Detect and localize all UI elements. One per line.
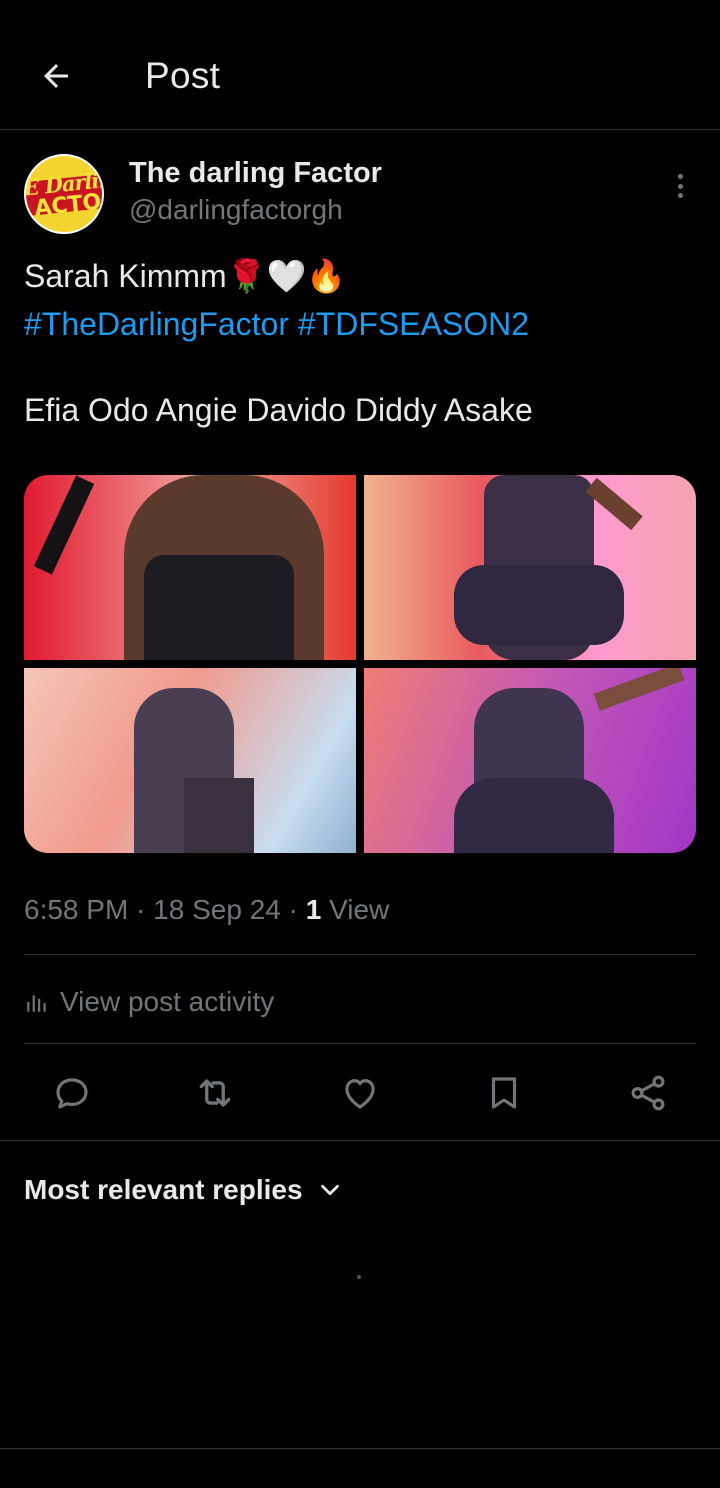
post-text-line: Efia Odo Angie Davido Diddy Asake bbox=[24, 392, 533, 428]
top-bar: Post bbox=[0, 0, 720, 130]
view-post-activity-label: View post activity bbox=[60, 986, 275, 1017]
replies-sort-label: Most relevant replies bbox=[24, 1174, 303, 1205]
back-button[interactable] bbox=[32, 52, 80, 100]
author-handle[interactable]: @darlingfactorgh bbox=[129, 194, 343, 226]
repost-icon bbox=[199, 1079, 231, 1107]
photo-figure bbox=[454, 565, 624, 645]
view-post-activity-button[interactable]: View post activity bbox=[24, 982, 274, 1022]
views-label: View bbox=[329, 894, 390, 925]
media-grid bbox=[24, 475, 696, 853]
reply-button[interactable] bbox=[44, 1065, 100, 1121]
post-photo[interactable] bbox=[24, 668, 356, 853]
photo-figure bbox=[593, 668, 685, 711]
heart-icon bbox=[345, 1079, 375, 1109]
hashtag-link[interactable]: #TDFSEASON2 bbox=[298, 306, 529, 342]
post-timestamp: 6:58 PM · 18 Sep 24 · 1 View bbox=[24, 894, 389, 926]
analytics-icon bbox=[27, 995, 46, 1012]
loading-indicator bbox=[357, 1275, 361, 1279]
post-text-plain: Sarah Kimmm bbox=[24, 258, 227, 294]
photo-figure bbox=[144, 555, 294, 660]
page-title: Post bbox=[145, 55, 221, 96]
post-action-bar bbox=[24, 1065, 696, 1121]
more-options-button[interactable] bbox=[670, 170, 690, 202]
photo-figure bbox=[454, 778, 614, 853]
reply-icon bbox=[56, 1078, 88, 1109]
back-arrow-icon bbox=[44, 64, 68, 88]
avatar[interactable]: E Darlin ACTO bbox=[24, 154, 104, 234]
more-dot-icon bbox=[677, 183, 683, 189]
hashtag-link[interactable]: #TheDarlingFactor bbox=[24, 306, 289, 342]
divider bbox=[24, 954, 696, 955]
separator-dot: · bbox=[280, 894, 306, 925]
post-photo[interactable] bbox=[364, 475, 696, 660]
post-emojis: 🌹🤍🔥 bbox=[226, 258, 347, 294]
divider bbox=[0, 1448, 720, 1449]
divider bbox=[0, 1140, 720, 1141]
chevron-down-icon bbox=[320, 1184, 339, 1196]
bookmark-icon bbox=[491, 1077, 517, 1109]
photo-figure bbox=[184, 778, 254, 853]
repost-button[interactable] bbox=[187, 1065, 243, 1121]
post-photo[interactable] bbox=[24, 475, 356, 660]
post-time[interactable]: 6:58 PM bbox=[24, 894, 128, 925]
replies-sort-button[interactable]: Most relevant replies bbox=[24, 1170, 345, 1210]
post-author: E Darlin ACTO The darling Factor @darlin… bbox=[24, 152, 696, 236]
share-button[interactable] bbox=[620, 1065, 676, 1121]
divider bbox=[24, 1043, 696, 1044]
separator-dot: · bbox=[128, 894, 154, 925]
more-dot-icon bbox=[677, 174, 683, 179]
post-date[interactable]: 18 Sep 24 bbox=[153, 894, 281, 925]
views-count: 1 bbox=[305, 894, 322, 925]
photo-figure bbox=[33, 475, 95, 575]
more-dot-icon bbox=[677, 193, 683, 198]
author-display-name[interactable]: The darling Factor bbox=[129, 157, 382, 190]
like-button[interactable] bbox=[332, 1065, 388, 1121]
post-text: Sarah Kimmm🌹🤍🔥 #TheDarlingFactor #TDFSEA… bbox=[24, 252, 696, 348]
share-icon bbox=[631, 1075, 665, 1111]
bookmark-button[interactable] bbox=[476, 1065, 532, 1121]
post-photo[interactable] bbox=[364, 668, 696, 853]
